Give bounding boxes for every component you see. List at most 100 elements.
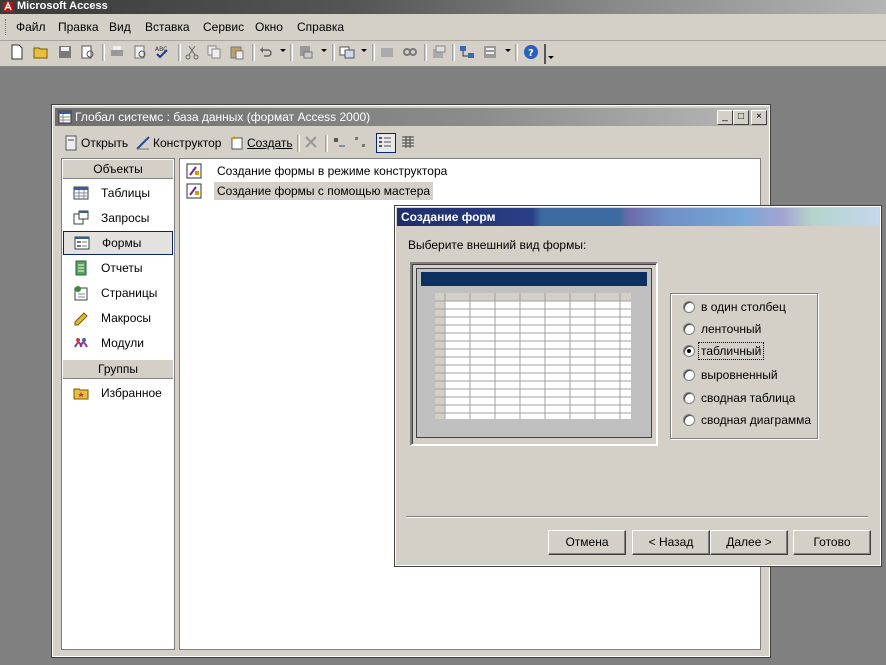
toolbar-separator	[102, 44, 105, 61]
table-icon	[73, 185, 89, 201]
group-favorites[interactable]: Избранное	[63, 381, 173, 405]
new-object-dropdown-icon[interactable]	[505, 49, 511, 52]
design-ruler-icon	[135, 135, 151, 151]
new-icon[interactable]	[8, 43, 26, 61]
analyze-icon[interactable]	[338, 43, 356, 61]
menu-help[interactable]: Справка	[297, 20, 344, 34]
design-button[interactable]: Конструктор	[135, 134, 221, 152]
next-button[interactable]: Далее >	[710, 530, 788, 555]
object-reports[interactable]: Отчеты	[63, 256, 173, 280]
menubar-grip[interactable]	[5, 19, 8, 35]
file-search-icon[interactable]	[79, 43, 97, 61]
app-titlebar: Microsoft Access	[0, 0, 886, 14]
maximize-button[interactable]: □	[733, 110, 749, 125]
menu-file[interactable]: Файл	[16, 20, 46, 34]
properties-icon[interactable]	[430, 43, 448, 61]
relationships-icon[interactable]	[401, 43, 419, 61]
object-queries[interactable]: Запросы	[63, 206, 173, 230]
save-icon[interactable]	[56, 43, 74, 61]
object-macros[interactable]: Макросы	[63, 306, 173, 330]
menu-tools[interactable]: Сервис	[203, 20, 244, 34]
object-modules[interactable]: Модули	[63, 331, 173, 355]
radio-pivottable[interactable]	[683, 392, 695, 404]
minimize-button[interactable]: _	[717, 110, 733, 125]
list-view-icon[interactable]	[376, 133, 396, 153]
menu-window[interactable]: Окно	[255, 20, 283, 34]
database-window-titlebar[interactable]: Глобал системс : база данных (формат Acc…	[55, 108, 767, 126]
toolbar-separator	[252, 44, 255, 61]
print-icon[interactable]	[108, 43, 126, 61]
autoform-icon[interactable]	[481, 43, 499, 61]
option-label: сводная диаграмма	[701, 413, 812, 427]
group-label: Избранное	[101, 386, 162, 400]
open-folder-icon[interactable]	[32, 43, 50, 61]
form-wizard-dialog: Создание форм Выберите внешний вид формы…	[394, 205, 882, 567]
toolbar-end	[544, 44, 547, 64]
radio-tabular[interactable]	[683, 323, 695, 335]
svg-text:?: ?	[528, 48, 534, 59]
create-icon	[229, 135, 245, 151]
main-toolbar: ABC ?	[0, 41, 886, 67]
analyze-dropdown-icon[interactable]	[361, 49, 367, 52]
layout-options-group: в один столбец ленточный табличный выров…	[670, 293, 818, 439]
menu-view[interactable]: Вид	[109, 20, 131, 34]
menu-bar: Файл Правка Вид Вставка Сервис Окно Спра…	[0, 14, 886, 41]
object-label: Формы	[102, 236, 142, 250]
paste-icon[interactable]	[228, 43, 246, 61]
object-label: Запросы	[101, 211, 150, 225]
office-links-icon[interactable]	[297, 43, 315, 61]
code-icon[interactable]	[378, 43, 396, 61]
toolbar-separator	[290, 44, 293, 61]
toolbar-options-icon[interactable]	[548, 56, 554, 59]
radio-columnar[interactable]	[683, 301, 695, 313]
form-icon	[74, 235, 90, 251]
new-object-icon[interactable]	[458, 43, 476, 61]
option-label: в один столбец	[701, 300, 786, 314]
small-icons-icon[interactable]	[353, 134, 371, 152]
design-label: Конструктор	[153, 136, 222, 150]
wizard-shortcut-icon	[186, 163, 202, 179]
object-tables[interactable]: Таблицы	[63, 181, 173, 205]
menu-edit[interactable]: Правка	[58, 20, 99, 34]
create-label: Создать	[247, 136, 293, 150]
back-button[interactable]: < Назад	[632, 530, 710, 555]
objects-header[interactable]: Объекты	[63, 159, 173, 179]
option-label: ленточный	[701, 322, 762, 336]
undo-dropdown-icon[interactable]	[280, 49, 286, 52]
database-toolbar: Открыть Конструктор Создать	[55, 130, 767, 156]
create-button[interactable]: Создать	[229, 134, 293, 152]
object-label: Таблицы	[101, 186, 151, 200]
module-icon	[73, 335, 89, 351]
report-icon	[73, 260, 89, 276]
toolbar-separator	[372, 44, 375, 61]
form-wizard-title: Создание форм	[401, 210, 496, 224]
spelling-icon[interactable]: ABC	[153, 43, 171, 61]
macro-icon	[73, 310, 89, 326]
radio-pivotchart[interactable]	[683, 414, 695, 426]
copy-icon[interactable]	[205, 43, 223, 61]
toolbar-separator	[424, 44, 427, 61]
undo-icon[interactable]	[257, 43, 275, 61]
menu-insert[interactable]: Вставка	[145, 20, 190, 34]
form-wizard-titlebar[interactable]: Создание форм	[397, 208, 879, 226]
preview-form-header	[421, 272, 647, 286]
open-button[interactable]: Открыть	[63, 134, 128, 152]
radio-datasheet[interactable]	[683, 345, 695, 357]
cancel-button[interactable]: Отмена	[548, 530, 626, 555]
object-label: Страницы	[101, 286, 158, 300]
toolbar-separator	[332, 44, 335, 61]
object-pages[interactable]: Страницы	[63, 281, 173, 305]
print-preview-icon[interactable]	[131, 43, 149, 61]
delete-icon[interactable]	[303, 134, 321, 152]
finish-button[interactable]: Готово	[793, 530, 871, 555]
cut-icon[interactable]	[183, 43, 201, 61]
office-links-dropdown-icon[interactable]	[321, 49, 327, 52]
groups-header[interactable]: Группы	[63, 359, 173, 379]
help-icon[interactable]: ?	[522, 43, 540, 61]
large-icons-icon[interactable]	[331, 134, 349, 152]
details-view-icon[interactable]	[400, 134, 418, 152]
close-button[interactable]: ×	[751, 110, 767, 125]
object-forms[interactable]: Формы	[63, 231, 173, 255]
radio-justified[interactable]	[683, 369, 695, 381]
object-label: Отчеты	[101, 261, 143, 275]
